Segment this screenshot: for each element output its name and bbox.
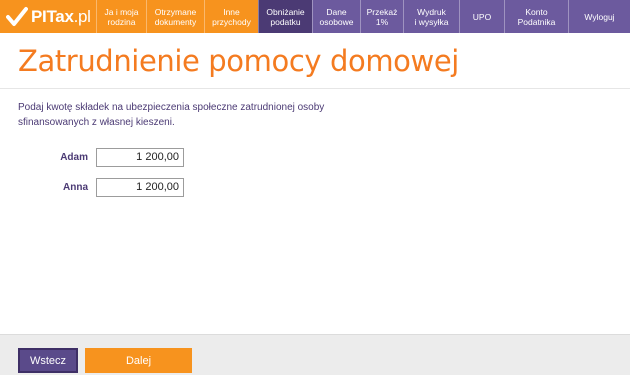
nav-item-inne-przychody[interactable]: Inne przychody — [204, 0, 258, 33]
logo-text: PITax.pl — [31, 6, 91, 26]
top-navigation: PITax.pl Ja i moja rodzina Otrzymane dok… — [0, 0, 630, 33]
nav-item-przekaz-1-procent[interactable]: Przekaż 1% — [360, 0, 403, 33]
logo[interactable]: PITax.pl — [0, 0, 96, 33]
next-button[interactable]: Dalej — [85, 348, 192, 373]
nav-item-ja-i-moja-rodzina[interactable]: Ja i moja rodzina — [96, 0, 146, 33]
nav-item-dane-osobowe[interactable]: Dane osobowe — [312, 0, 360, 33]
title-divider — [0, 88, 630, 89]
back-button[interactable]: Wstecz — [18, 348, 78, 373]
person-name: Adam — [60, 151, 88, 163]
nav-item-otrzymane-dokumenty[interactable]: Otrzymane dokumenty — [146, 0, 204, 33]
person-row-anna: Anna — [0, 177, 184, 197]
nav-item-konto-podatnika[interactable]: Konto Podatnika — [504, 0, 568, 33]
amount-input-adam[interactable] — [96, 147, 184, 167]
nav-item-wydruk-i-wysylka[interactable]: Wydruk i wysyłka — [403, 0, 459, 33]
amount-input-anna[interactable] — [96, 177, 184, 197]
intro-text: Podaj kwotę składek na ubezpieczenia spo… — [18, 102, 325, 128]
person-name: Anna — [63, 181, 88, 193]
checkmark-logo-icon — [6, 6, 28, 26]
page-title: Zatrudnienie pomocy domowej — [18, 44, 459, 78]
nav-item-upo[interactable]: UPO — [459, 0, 504, 33]
nav-item-wyloguj[interactable]: Wyloguj — [568, 0, 630, 33]
person-row-adam: Adam — [0, 147, 184, 167]
nav-item-obnizanie-podatku[interactable]: Obniżanie podatku — [258, 0, 312, 33]
